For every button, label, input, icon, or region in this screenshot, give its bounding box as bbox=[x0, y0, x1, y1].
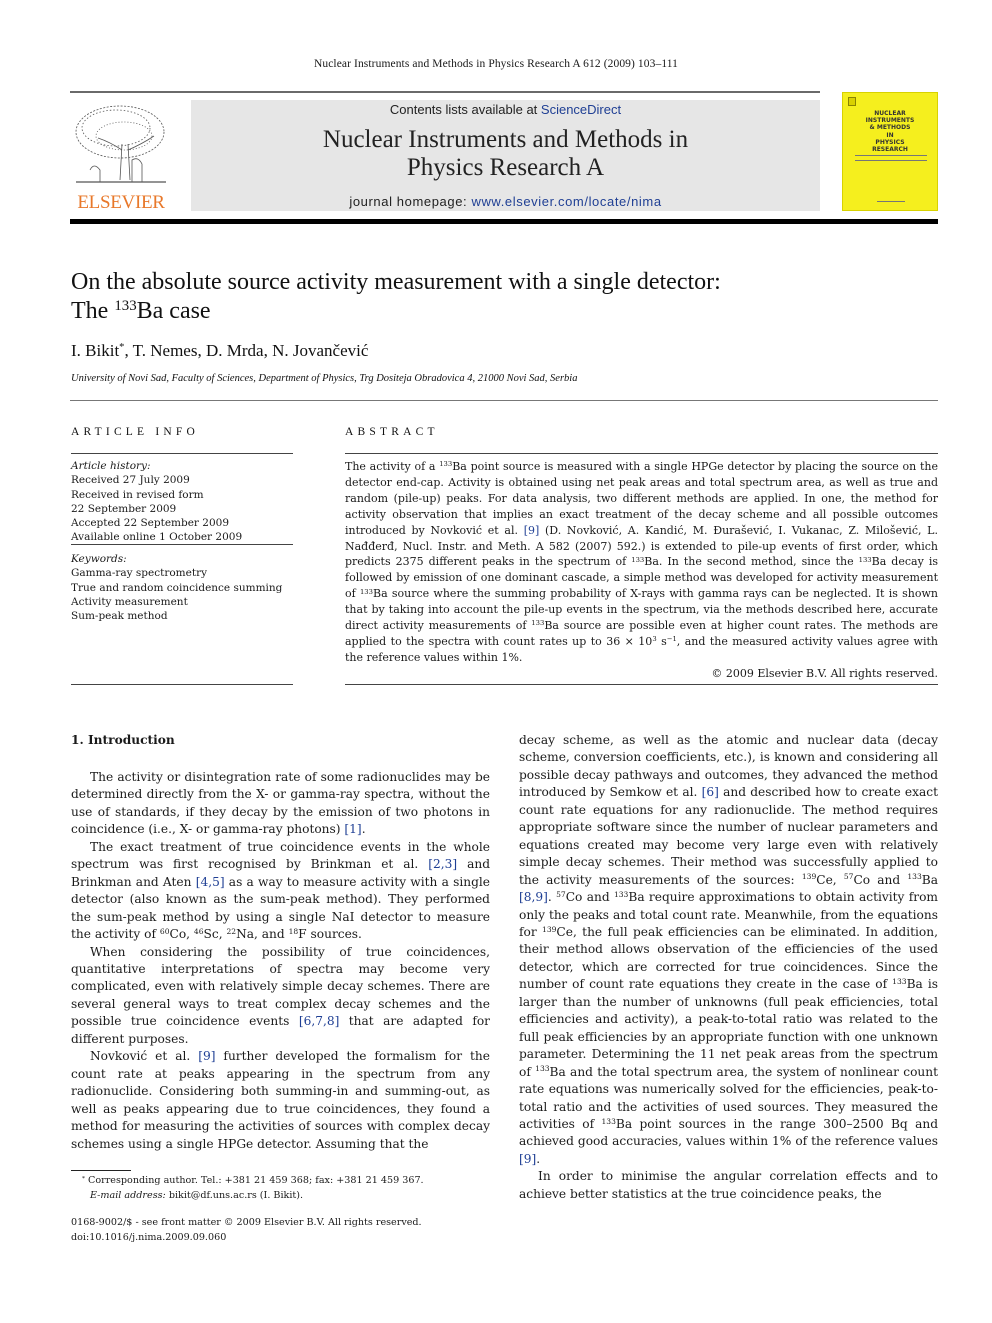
keywords: Keywords: Gamma-ray spectrometry True an… bbox=[71, 552, 293, 623]
journal-banner: Contents lists available at ScienceDirec… bbox=[191, 100, 820, 211]
history-item: Received in revised form bbox=[71, 488, 204, 501]
footnote-rule bbox=[71, 1170, 131, 1171]
paragraph: The exact treatment of true coincidence … bbox=[71, 839, 490, 942]
keyword: Gamma-ray spectrometry bbox=[71, 567, 208, 580]
journal-cover[interactable]: NUCLEAR INSTRUMENTS & METHODS IN PHYSICS… bbox=[842, 92, 938, 211]
citation-link[interactable]: [9] bbox=[519, 1152, 536, 1166]
author[interactable]: I. Bikit bbox=[71, 341, 119, 360]
journal-homepage: journal homepage: www.elsevier.com/locat… bbox=[349, 194, 662, 209]
citation-link[interactable]: [6,7,8] bbox=[299, 1014, 340, 1028]
sciencedirect-link[interactable]: ScienceDirect bbox=[541, 102, 621, 117]
citation-link[interactable]: [9] bbox=[524, 524, 540, 537]
section-rule bbox=[70, 400, 938, 401]
author[interactable]: T. Nemes bbox=[133, 341, 198, 360]
cover-footer-line bbox=[877, 201, 905, 202]
masthead-rule bbox=[70, 219, 938, 224]
abstract-rule bbox=[345, 453, 938, 454]
paragraph: When considering the possibility of true… bbox=[71, 944, 490, 1046]
body-column-right: decay scheme, as well as the atomic and … bbox=[519, 732, 938, 1203]
front-matter: 0168-9002/$ - see front matter © 2009 El… bbox=[71, 1216, 422, 1245]
paragraph: decay scheme, as well as the atomic and … bbox=[519, 733, 938, 1166]
author-list: I. Bikit*, T. Nemes, D. Mrda, N. Jovanče… bbox=[71, 341, 369, 360]
history-item: Accepted 22 September 2009 bbox=[71, 517, 230, 530]
corresponding-author-footnote: * Corresponding author. Tel.: +381 21 45… bbox=[82, 1174, 424, 1201]
doi[interactable]: doi:10.1016/j.nima.2009.09.060 bbox=[71, 1231, 422, 1246]
keywords-rule bbox=[71, 684, 293, 685]
author[interactable]: N. Jovančević bbox=[272, 341, 368, 360]
section-heading-introduction: 1. Introduction bbox=[71, 733, 175, 747]
abstract-end-rule bbox=[345, 684, 938, 685]
article-info-rule bbox=[71, 453, 293, 454]
abstract-body: The activity of a 133Ba point source is … bbox=[345, 460, 938, 664]
history-rule bbox=[71, 544, 293, 545]
author-email[interactable]: bikit@df.uns.ac.rs (I. Bikit). bbox=[166, 1190, 303, 1201]
keyword: True and random coincidence summing bbox=[71, 581, 283, 594]
keyword: Sum-peak method bbox=[71, 610, 168, 623]
running-head: Nuclear Instruments and Methods in Physi… bbox=[313, 58, 679, 70]
history-item: 22 September 2009 bbox=[71, 502, 177, 515]
article-title: On the absolute source activity measurem… bbox=[71, 269, 721, 324]
contents-line: Contents lists available at ScienceDirec… bbox=[389, 102, 622, 117]
article-info-heading: ARTICLE INFO bbox=[71, 426, 199, 438]
citation-link[interactable]: [4,5] bbox=[196, 875, 225, 889]
cover-subtitle-lines bbox=[855, 155, 927, 161]
body-column-left: The activity or disintegration rate of s… bbox=[71, 769, 490, 1153]
abstract-heading: ABSTRACT bbox=[345, 426, 439, 438]
history-item: Received 27 July 2009 bbox=[71, 474, 190, 487]
paragraph: Novković et al. [9] further developed th… bbox=[71, 1049, 490, 1151]
tree-icon bbox=[75, 105, 166, 183]
paragraph: In order to minimise the angular correla… bbox=[519, 1169, 938, 1201]
issn-line: 0168-9002/$ - see front matter © 2009 El… bbox=[71, 1217, 422, 1228]
history-item: Available online 1 October 2009 bbox=[71, 531, 243, 544]
affiliation: University of Novi Sad, Faculty of Scien… bbox=[71, 373, 578, 384]
abstract-copyright: © 2009 Elsevier B.V. All rights reserved… bbox=[711, 667, 938, 680]
author[interactable]: D. Mrda bbox=[206, 341, 264, 360]
keyword: Activity measurement bbox=[71, 595, 188, 608]
corresponding-author-mark[interactable]: * bbox=[119, 342, 124, 353]
journal-homepage-link[interactable]: www.elsevier.com/locate/nima bbox=[471, 194, 661, 209]
cover-emblem-icon bbox=[848, 97, 856, 106]
cover-title: NUCLEAR INSTRUMENTS & METHODS IN PHYSICS… bbox=[865, 110, 915, 154]
citation-link[interactable]: [2,3] bbox=[428, 857, 457, 871]
article-history: Article history: Received 27 July 2009 R… bbox=[71, 459, 293, 545]
header-rule bbox=[70, 91, 820, 93]
citation-link[interactable]: [6] bbox=[702, 785, 719, 799]
elsevier-logo[interactable]: ELSEVIER bbox=[70, 100, 172, 213]
citation-link[interactable]: [8,9] bbox=[519, 890, 548, 904]
citation-link[interactable]: [9] bbox=[198, 1049, 215, 1063]
paragraph: The activity or disintegration rate of s… bbox=[71, 770, 490, 837]
journal-title: Nuclear Instruments and Methods in Physi… bbox=[322, 126, 689, 181]
citation-link[interactable]: [1] bbox=[344, 822, 361, 836]
elsevier-wordmark: ELSEVIER bbox=[77, 192, 165, 213]
